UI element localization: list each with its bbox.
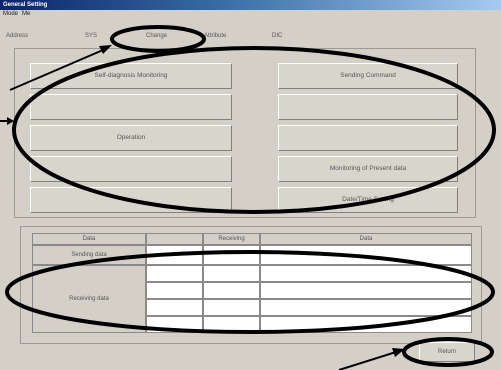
blank-button-right-3[interactable]	[278, 125, 458, 151]
window-title: General Setting	[3, 2, 48, 8]
monitoring-present-data-button[interactable]: Monitoring of Present data	[278, 156, 458, 182]
function-button-panel: Self-diagnosis Monitoring Sending Comman…	[14, 48, 476, 218]
table-cell[interactable]	[203, 245, 260, 265]
blank-button-left-2[interactable]	[30, 94, 232, 120]
menu-item-mode[interactable]: Mode	[3, 11, 18, 18]
table-header-data-right: Data	[260, 233, 472, 245]
menu-bar: Mode Me	[0, 10, 501, 19]
blank-button-left-5[interactable]	[30, 187, 232, 213]
date-time-setting-button[interactable]: Date/Time Setting	[278, 187, 458, 213]
table-cell[interactable]	[146, 245, 203, 265]
table-cell[interactable]	[146, 299, 203, 316]
table-cell[interactable]	[203, 265, 260, 282]
blank-button-right-2[interactable]	[278, 94, 458, 120]
table-cell[interactable]	[146, 265, 203, 282]
self-diagnosis-monitoring-button[interactable]: Self-diagnosis Monitoring	[30, 63, 232, 89]
data-table: Data Receiving Data Sending data Receivi…	[32, 233, 472, 333]
operation-button[interactable]: Operation	[30, 125, 232, 151]
tab-dic[interactable]: DIC	[272, 33, 282, 39]
row-label-sending-data: Sending data	[32, 245, 146, 265]
menu-item-me[interactable]: Me	[22, 11, 30, 18]
tab-sys[interactable]: SYS	[85, 33, 97, 39]
table-header-receiving: Receiving	[203, 233, 260, 245]
tab-change[interactable]: Change	[146, 33, 167, 39]
table-cell[interactable]	[203, 282, 260, 299]
table-cell[interactable]	[146, 282, 203, 299]
table-cell[interactable]	[260, 282, 472, 299]
data-group-box: Data Receiving Data Sending data Receivi…	[20, 226, 482, 344]
table-header-col2	[146, 233, 203, 245]
sending-command-button[interactable]: Sending Command	[278, 63, 458, 89]
tab-strip: Address SYS Change Attribute DIC	[0, 27, 501, 47]
title-bar: General Setting	[0, 0, 501, 10]
table-cell[interactable]	[260, 245, 472, 265]
tab-address[interactable]: Address	[6, 33, 28, 39]
table-cell[interactable]	[260, 299, 472, 316]
row-label-receiving-data: Receiving data	[32, 265, 146, 333]
table-cell[interactable]	[146, 316, 203, 333]
table-cell[interactable]	[203, 299, 260, 316]
settings-window: General Setting Mode Me Address SYS Chan…	[0, 0, 501, 370]
blank-button-left-4[interactable]	[30, 156, 232, 182]
table-cell[interactable]	[260, 265, 472, 282]
tab-attribute[interactable]: Attribute	[204, 33, 226, 39]
table-header-data: Data	[32, 233, 146, 245]
return-button[interactable]: Return	[419, 342, 475, 362]
table-cell[interactable]	[260, 316, 472, 333]
table-cell[interactable]	[203, 316, 260, 333]
